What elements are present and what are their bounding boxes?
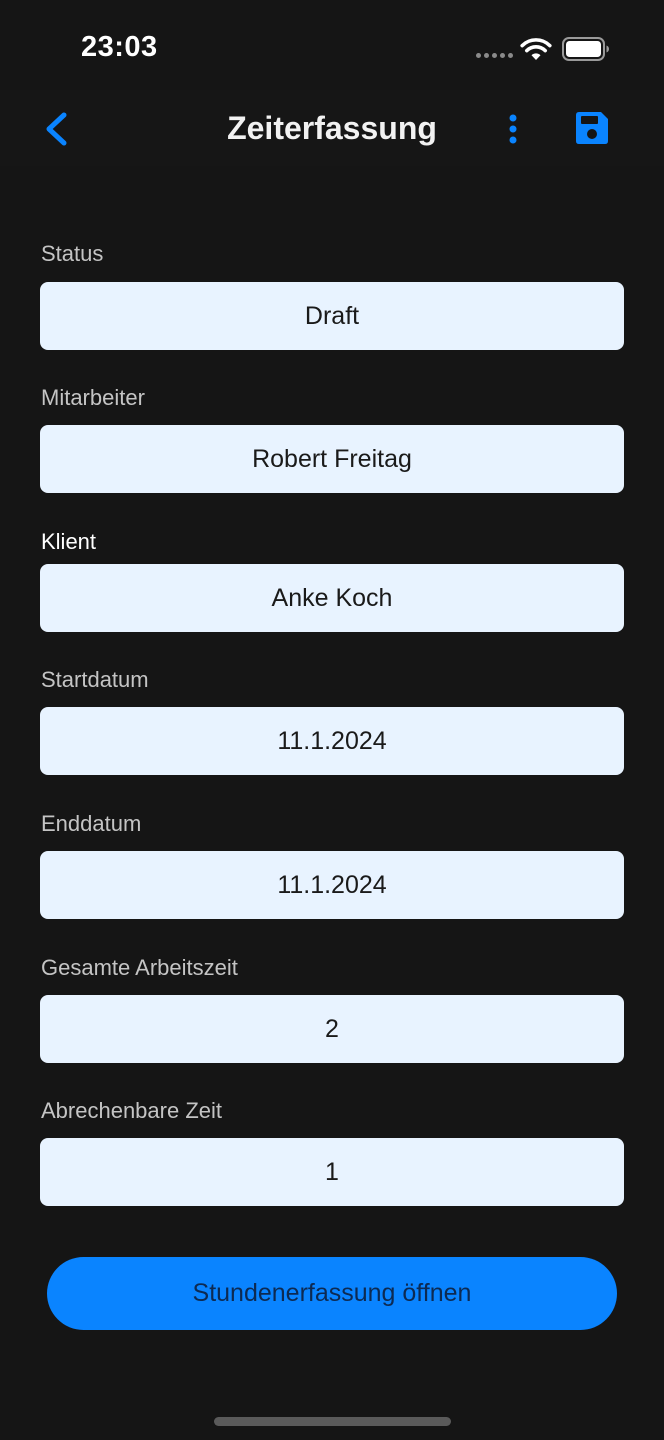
klient-field[interactable]: Anke Koch [40, 564, 624, 632]
navigation-bar: Zeiterfassung [0, 90, 664, 166]
abrechenbare-zeit-field[interactable]: 1 [40, 1138, 624, 1206]
mitarbeiter-label: Mitarbeiter [41, 385, 145, 410]
enddatum-field[interactable]: 11.1.2024 [40, 851, 624, 919]
status-field[interactable]: Draft [40, 282, 624, 350]
more-vertical-icon[interactable] [500, 112, 526, 146]
gesamte-arbeitszeit-field[interactable]: 2 [40, 995, 624, 1063]
abrechenbare-zeit-label: Abrechenbare Zeit [41, 1098, 222, 1123]
status-bar: 23:03 [0, 0, 664, 90]
status-time: 23:03 [81, 31, 158, 63]
home-indicator [214, 1417, 451, 1426]
mitarbeiter-field[interactable]: Robert Freitag [40, 425, 624, 493]
gesamte-arbeitszeit-label: Gesamte Arbeitszeit [41, 955, 238, 980]
wifi-icon [520, 38, 552, 60]
klient-label: Klient [41, 529, 97, 554]
page-title: Zeiterfassung [227, 110, 437, 146]
battery-full-icon [562, 37, 609, 61]
signal-icon [476, 53, 513, 58]
status-label: Status [41, 241, 104, 266]
startdatum-field[interactable]: 11.1.2024 [40, 707, 624, 775]
startdatum-label: Startdatum [41, 667, 149, 692]
enddatum-label: Enddatum [41, 811, 142, 836]
floppy-disk-icon[interactable] [574, 110, 610, 146]
open-hours-button[interactable]: Stundenerfassung öffnen [47, 1257, 617, 1330]
